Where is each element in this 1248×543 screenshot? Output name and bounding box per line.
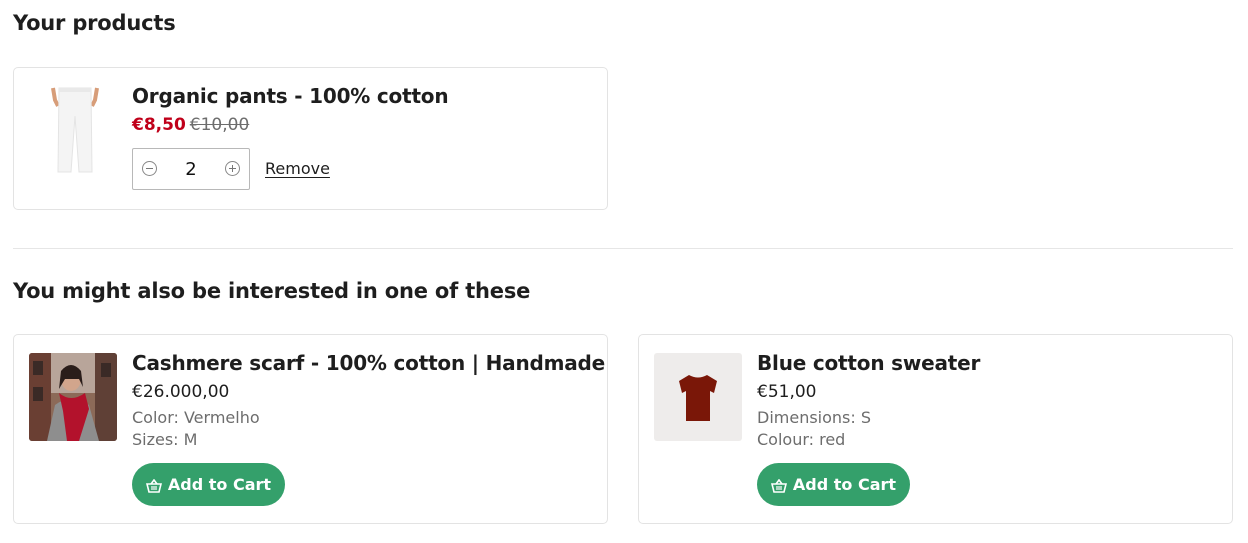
- basket-icon: [770, 478, 787, 493]
- recommendation-card: Cashmere scarf - 100% cotton | Handmade …: [13, 334, 608, 524]
- quantity-stepper: 2: [132, 148, 250, 190]
- recommendation-colour: Colour: red: [757, 430, 846, 449]
- sale-price: €8,50: [132, 115, 186, 135]
- section-divider: [13, 248, 1233, 249]
- quantity-input[interactable]: 2: [171, 159, 211, 180]
- add-to-cart-label: Add to Cart: [167, 475, 272, 494]
- recommendation-size: Sizes: M: [132, 430, 198, 449]
- recommendation-price: €26.000,00: [132, 382, 230, 402]
- recommendation-card: Blue cotton sweater €51,00 Dimensions: S…: [638, 334, 1233, 524]
- add-to-cart-button[interactable]: Add to Cart: [132, 463, 285, 506]
- original-price: €10,00: [189, 115, 250, 135]
- pants-product-image[interactable]: [31, 86, 119, 174]
- recommendation-color: Color: Vermelho: [132, 408, 260, 427]
- remove-link[interactable]: Remove: [265, 159, 330, 178]
- cart-item-price: €8,50 €10,00: [132, 115, 249, 135]
- your-products-heading: Your products: [13, 11, 176, 35]
- add-to-cart-label: Add to Cart: [792, 475, 897, 494]
- recommendations-heading: You might also be interested in one of t…: [13, 279, 531, 303]
- minus-circle-icon[interactable]: [142, 161, 157, 176]
- recommendation-title[interactable]: Blue cotton sweater: [757, 351, 980, 375]
- add-to-cart-button[interactable]: Add to Cart: [757, 463, 910, 506]
- sweater-product-image[interactable]: [654, 353, 742, 441]
- basket-icon: [145, 478, 162, 493]
- recommendation-dimensions: Dimensions: S: [757, 408, 872, 427]
- scarf-product-image[interactable]: [29, 353, 117, 441]
- plus-circle-icon[interactable]: [225, 161, 240, 176]
- cart-item-title[interactable]: Organic pants - 100% cotton: [132, 84, 449, 108]
- cart-item-card: Organic pants - 100% cotton €8,50 €10,00 …: [13, 67, 608, 210]
- recommendation-price: €51,00: [757, 382, 817, 402]
- recommendation-title[interactable]: Cashmere scarf - 100% cotton | Handmade: [132, 351, 605, 375]
